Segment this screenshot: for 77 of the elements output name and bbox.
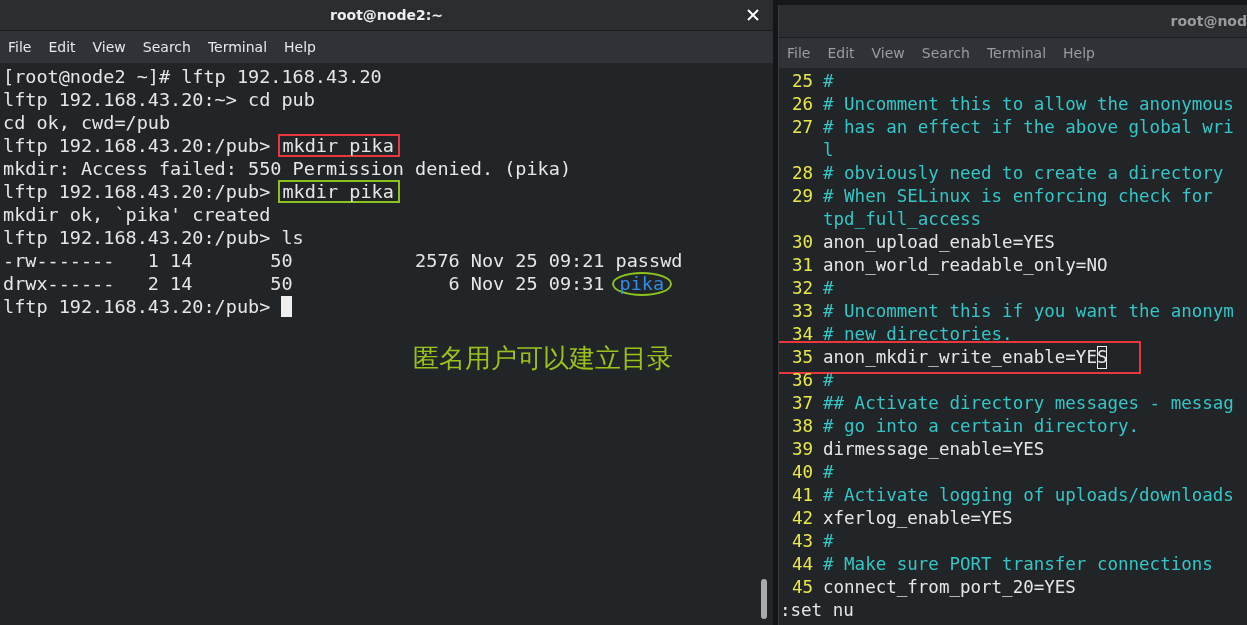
scrollbar[interactable] bbox=[761, 579, 767, 619]
terminal-line: mkdir ok, `pika' created bbox=[3, 203, 271, 226]
code-line: # Activate logging of uploads/downloads bbox=[822, 484, 1234, 507]
code-line: # obviously need to create a directory bbox=[822, 162, 1224, 185]
line-number: 43 bbox=[790, 530, 813, 553]
line-number: 36 bbox=[790, 369, 813, 392]
window-title: root@nod bbox=[1170, 13, 1247, 29]
code-line: # When SELinux is enforcing check for bbox=[822, 185, 1213, 208]
line-number: 29 bbox=[790, 185, 813, 208]
code-line: l bbox=[822, 139, 834, 162]
line-number: 40 bbox=[790, 461, 813, 484]
terminal-line: lftp 192.168.43.20:~> cd pub bbox=[3, 88, 315, 111]
code-line: # new directories. bbox=[822, 323, 1013, 346]
code-line: anon_mkdir_write_enable=YE bbox=[822, 346, 1097, 369]
line-number: 42 bbox=[790, 507, 813, 530]
code-line: ## Activate directory messages - messag bbox=[822, 392, 1234, 415]
code-line: xferlog_enable=YES bbox=[822, 507, 1013, 530]
code-line: # Uncomment this if you want the anonym bbox=[822, 300, 1234, 323]
menu-item[interactable]: Edit bbox=[48, 39, 76, 55]
code-line: # bbox=[822, 530, 834, 553]
code-line: # has an effect if the above global wri bbox=[822, 116, 1234, 139]
line-number: 30 bbox=[790, 231, 813, 254]
terminal-line: drwx------ 2 14 50 6 Nov 25 09:31 bbox=[3, 272, 606, 295]
menu-item[interactable]: Help bbox=[1063, 45, 1095, 61]
code-line: dirmessage_enable=YES bbox=[822, 438, 1045, 461]
menu-item[interactable]: File bbox=[787, 45, 811, 61]
line-number: 28 bbox=[790, 162, 813, 185]
line-number: 41 bbox=[790, 484, 813, 507]
line-number: 33 bbox=[790, 300, 813, 323]
menu-item[interactable]: View bbox=[92, 39, 126, 55]
terminal-line: cd ok, cwd=/pub bbox=[3, 111, 171, 134]
menu-item[interactable]: Search bbox=[921, 45, 970, 61]
line-number: 26 bbox=[790, 93, 813, 116]
line-number: 35 bbox=[790, 346, 813, 369]
command-line[interactable]: :set nu bbox=[780, 599, 854, 622]
code-line: # Make sure PORT transfer connections bbox=[822, 553, 1213, 576]
code-line: tpd_full_access bbox=[822, 208, 982, 231]
directory-name: pika bbox=[611, 271, 673, 296]
terminal-line: [root@node2 ~]# lftp 192.168.43.20 bbox=[3, 65, 382, 88]
code-line: connect_from_port_20=YES bbox=[822, 576, 1076, 599]
terminal-line: mkdir: Access failed: 550 Permission denied. (pika) bbox=[3, 157, 572, 180]
menu-item[interactable]: Search bbox=[142, 39, 191, 55]
menu-item[interactable]: Terminal bbox=[986, 45, 1047, 61]
line-number: 34 bbox=[790, 323, 813, 346]
line-number: 27 bbox=[790, 116, 813, 139]
line-number: 38 bbox=[790, 415, 813, 438]
menu-item[interactable]: Terminal bbox=[207, 39, 268, 55]
menu-item[interactable]: File bbox=[8, 39, 32, 55]
code-line: # Uncomment this to allow the anonymous bbox=[822, 93, 1234, 116]
terminal-line: lftp 192.168.43.20:/pub> bbox=[3, 180, 272, 203]
annotation-text: 匿名用户可以建立目录 bbox=[413, 342, 673, 375]
highlighted-command: mkdir pika bbox=[278, 180, 400, 203]
code-line: # bbox=[822, 277, 834, 300]
terminal-line: lftp 192.168.43.20:/pub> ls bbox=[3, 226, 304, 249]
close-icon[interactable] bbox=[747, 9, 759, 21]
menu-item[interactable]: View bbox=[871, 45, 905, 61]
code-line: anon_upload_enable=YES bbox=[822, 231, 1055, 254]
terminal-line: lftp 192.168.43.20:/pub> bbox=[3, 134, 272, 157]
text-cursor: S bbox=[1096, 346, 1108, 369]
code-line: anon_world_readable_only=NO bbox=[822, 254, 1108, 277]
line-number: 25 bbox=[790, 70, 813, 93]
line-number: 39 bbox=[790, 438, 813, 461]
line-number: 44 bbox=[790, 553, 813, 576]
highlighted-command: mkdir pika bbox=[278, 134, 400, 157]
code-line: # bbox=[822, 461, 834, 484]
code-line: # bbox=[822, 369, 834, 392]
line-number: 45 bbox=[790, 576, 813, 599]
line-number: 37 bbox=[790, 392, 813, 415]
line-number: 32 bbox=[790, 277, 813, 300]
terminal-line: lftp 192.168.43.20:/pub> bbox=[3, 295, 272, 318]
menu-item[interactable]: Edit bbox=[827, 45, 855, 61]
code-line: # go into a certain directory. bbox=[822, 415, 1140, 438]
menu-item[interactable]: Help bbox=[284, 39, 316, 55]
terminal-line: -rw------- 1 14 50 2576 Nov 25 09:21 passwd bbox=[3, 249, 683, 272]
window-title: root@node2:~ bbox=[330, 7, 443, 23]
line-number: 31 bbox=[790, 254, 813, 277]
code-line: # bbox=[822, 70, 834, 93]
